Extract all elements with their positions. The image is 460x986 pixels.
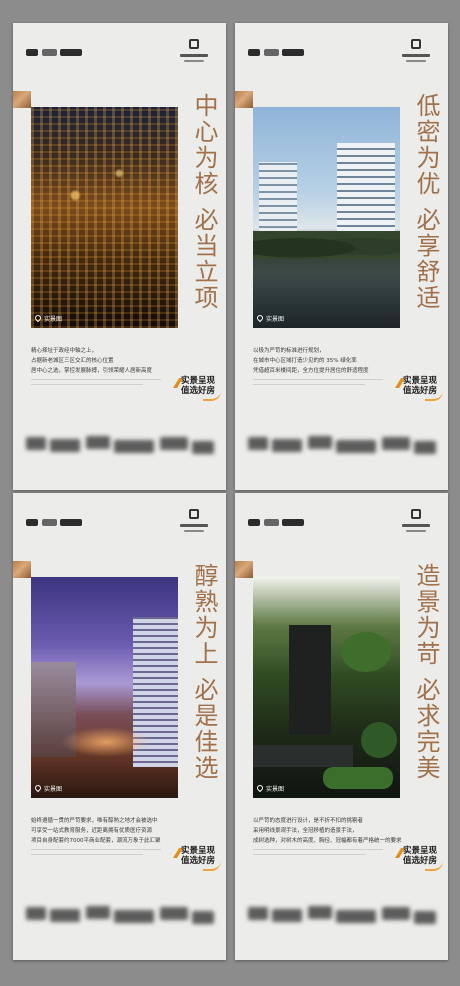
blurred-footer-text	[244, 433, 440, 459]
slogan-badge: 实景呈现 值选好房	[395, 846, 443, 871]
project-logo	[180, 509, 208, 535]
garden-landscape-photo: 实景图	[253, 577, 400, 798]
developer-logo	[26, 519, 82, 526]
placeholder-lines	[31, 849, 171, 859]
project-logo	[402, 509, 430, 535]
gold-accent-square	[235, 91, 253, 108]
stone-steps	[253, 745, 353, 767]
gold-accent-square	[13, 561, 31, 578]
vertical-title: 造景为苛必求完美	[412, 563, 440, 781]
developer-logo	[248, 519, 304, 526]
tree-line	[253, 231, 400, 259]
slogan-badge: 实景呈现 值选好房	[173, 376, 221, 401]
hedge	[323, 767, 393, 789]
location-pin-icon	[255, 313, 265, 323]
topiary-bush	[361, 722, 397, 758]
lowrise-building-photo: 实景图	[253, 107, 400, 328]
photo-location-label: 实景图	[255, 313, 284, 324]
body-text: 以严苛的态度进行设计，是不折不扣的挑剔者 采用明线景观手法，全冠移植的造景手法，…	[253, 818, 402, 844]
developer-logo	[248, 49, 304, 56]
photo-location-label: 实景图	[33, 783, 62, 794]
location-pin-icon	[255, 783, 265, 793]
gold-accent-square	[235, 561, 253, 578]
blurred-footer-text	[244, 903, 440, 929]
commercial-street-photo: 实景图	[31, 577, 178, 798]
slogan-badge: 实景呈现 值选好房	[395, 376, 443, 401]
placeholder-lines	[31, 379, 171, 389]
poster-card-1: 实景图 中心为核必当立项 精心择址于政经中轴之上， 占据新老城区三区交汇的核心位…	[13, 23, 226, 490]
poster-card-2: 实景图 低密为优必享舒适 以极为严苛的标准进行规划， 在城市中心区域打造少见的的…	[235, 23, 448, 490]
gold-accent-square	[13, 91, 31, 108]
body-text: 始终遵循一贯的严苛要求，唯有醇熟之地才会被选中 可享受一站式教育服务，近距离拥有…	[31, 818, 161, 844]
placeholder-lines	[253, 849, 393, 859]
poster-card-4: 实景图 造景为苛必求完美 以严苛的态度进行设计，是不折不扣的挑剔者 采用明线景观…	[235, 493, 448, 960]
photo-location-label: 实景图	[255, 783, 284, 794]
city-night-photo: 实景图	[31, 107, 178, 328]
blurred-footer-text	[22, 903, 218, 929]
slogan-badge: 实景呈现 值选好房	[173, 846, 221, 871]
vertical-title: 低密为优必享舒适	[412, 93, 440, 311]
topiary-bush	[341, 632, 391, 672]
project-logo	[402, 39, 430, 65]
developer-logo	[26, 49, 82, 56]
body-text: 以极为严苛的标准进行规划， 在城市中心区域打造少见的的 35% 绿化率 凭借超百…	[253, 348, 369, 374]
project-logo	[180, 39, 208, 65]
blurred-footer-text	[22, 433, 218, 459]
vertical-title: 中心为核必当立项	[190, 93, 218, 311]
placeholder-lines	[253, 379, 393, 389]
poster-card-3: 实景图 醇熟为上必是佳选 始终遵循一贯的严苛要求，唯有醇熟之地才会被选中 可享受…	[13, 493, 226, 960]
location-pin-icon	[33, 783, 43, 793]
photo-location-label: 实景图	[33, 313, 62, 324]
vertical-title: 醇熟为上必是佳选	[190, 563, 218, 781]
street-lights	[61, 727, 151, 757]
location-pin-icon	[33, 313, 43, 323]
body-text: 精心择址于政经中轴之上， 占据新老城区三区交汇的核心位置 居中心之选，掌控发展脉…	[31, 348, 153, 374]
feature-wall	[289, 625, 331, 735]
